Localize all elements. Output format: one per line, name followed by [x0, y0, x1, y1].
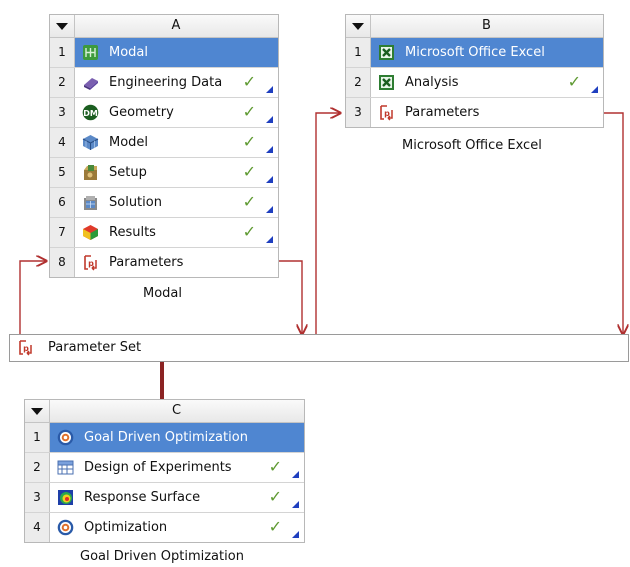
status-triangle-icon	[292, 471, 299, 478]
status-check-icon: ✓	[268, 457, 282, 476]
status-check-icon: ✓	[242, 192, 256, 211]
excel-icon	[378, 44, 395, 61]
status-triangle-icon	[292, 531, 299, 538]
system-b-row-analysis[interactable]: 2 Analysis ✓	[346, 68, 603, 98]
system-c-row-design-of-experiments[interactable]: 2 Design of Experiments ✓	[25, 453, 304, 483]
system-b-row-microsoft-office-excel[interactable]: 1 Microsoft Office Excel	[346, 38, 603, 68]
excel-icon	[378, 74, 395, 91]
parameters-icon	[380, 105, 393, 121]
system-a-header: A	[50, 15, 278, 38]
status-triangle-icon	[266, 116, 273, 123]
status-triangle-icon	[266, 86, 273, 93]
system-a-caption: Modal	[143, 286, 182, 301]
system-a-modal[interactable]: A 1 Modal 2 Engineering Data ✓ 3 Geometry…	[49, 14, 279, 278]
link-parameter-set-to-a8	[19, 261, 46, 334]
system-a-row-parameters[interactable]: 8 Parameters	[50, 248, 278, 277]
parameter-set-bar[interactable]: Parameter Set	[9, 334, 629, 362]
link-b-to-parameter-set	[602, 112, 623, 334]
system-a-row-results[interactable]: 7 Results ✓	[50, 218, 278, 248]
status-check-icon: ✓	[268, 487, 282, 506]
response-surface-icon	[58, 490, 73, 505]
system-c-row-optimization[interactable]: 4 Optimization ✓	[25, 513, 304, 542]
system-c-row-response-surface[interactable]: 3 Response Surface ✓	[25, 483, 304, 513]
system-c-header: C	[25, 400, 304, 423]
modal-icon	[82, 44, 99, 61]
status-check-icon: ✓	[268, 517, 282, 536]
status-triangle-icon	[266, 236, 273, 243]
status-triangle-icon	[591, 86, 598, 93]
system-a-row-solution[interactable]: 6 Solution ✓	[50, 188, 278, 218]
system-a-letter: A	[171, 18, 181, 33]
system-b-caption: Microsoft Office Excel	[402, 138, 542, 153]
optimization-icon	[57, 519, 74, 536]
parameter-set-label: Parameter Set	[48, 340, 142, 355]
system-b-collapse-icon[interactable]	[346, 15, 371, 37]
results-icon	[83, 225, 98, 240]
status-triangle-icon	[266, 146, 273, 153]
status-triangle-icon	[266, 206, 273, 213]
system-c-goal-driven-optimization[interactable]: C 1 Goal Driven Optimization 2 Design of…	[24, 399, 305, 543]
parameters-icon	[19, 340, 32, 356]
design-of-experiments-icon	[57, 460, 74, 475]
status-check-icon: ✓	[242, 72, 256, 91]
engineering-data-icon	[84, 78, 98, 90]
link-parameter-set-to-b3	[315, 113, 340, 334]
status-triangle-icon	[266, 176, 273, 183]
system-a-row-setup[interactable]: 5 Setup ✓	[50, 158, 278, 188]
system-c-caption: Goal Driven Optimization	[80, 549, 244, 564]
system-b-row-parameters[interactable]: 3 Parameters	[346, 98, 603, 127]
status-triangle-icon	[292, 501, 299, 508]
status-check-icon: ✓	[242, 222, 256, 241]
system-b-excel[interactable]: B 1 Microsoft Office Excel 2 Analysis ✓ 3…	[345, 14, 604, 128]
model-icon	[82, 134, 99, 151]
link-parameter-set-to-c	[160, 361, 164, 399]
goal-driven-optimization-icon	[57, 429, 74, 446]
system-a-row-modal[interactable]: 1 Modal	[50, 38, 278, 68]
solution-icon	[83, 195, 98, 211]
system-a-row-geometry[interactable]: 3 Geometry ✓	[50, 98, 278, 128]
system-b-letter: B	[482, 18, 491, 33]
system-a-row-model[interactable]: 4 Model ✓	[50, 128, 278, 158]
geometry-icon	[82, 104, 99, 121]
system-a-collapse-icon[interactable]	[50, 15, 75, 37]
status-check-icon: ✓	[242, 102, 256, 121]
system-c-row-goal-driven-optimization[interactable]: 1 Goal Driven Optimization	[25, 423, 304, 453]
setup-icon	[84, 165, 97, 180]
system-b-header: B	[346, 15, 603, 38]
system-c-letter: C	[171, 403, 182, 418]
system-a-row-engineering-data[interactable]: 2 Engineering Data ✓	[50, 68, 278, 98]
status-check-icon: ✓	[567, 72, 581, 91]
status-check-icon: ✓	[242, 162, 256, 181]
system-c-collapse-icon[interactable]	[25, 400, 50, 422]
parameters-icon	[84, 255, 97, 271]
status-check-icon: ✓	[242, 132, 256, 151]
link-a-to-parameter-set	[278, 260, 302, 334]
